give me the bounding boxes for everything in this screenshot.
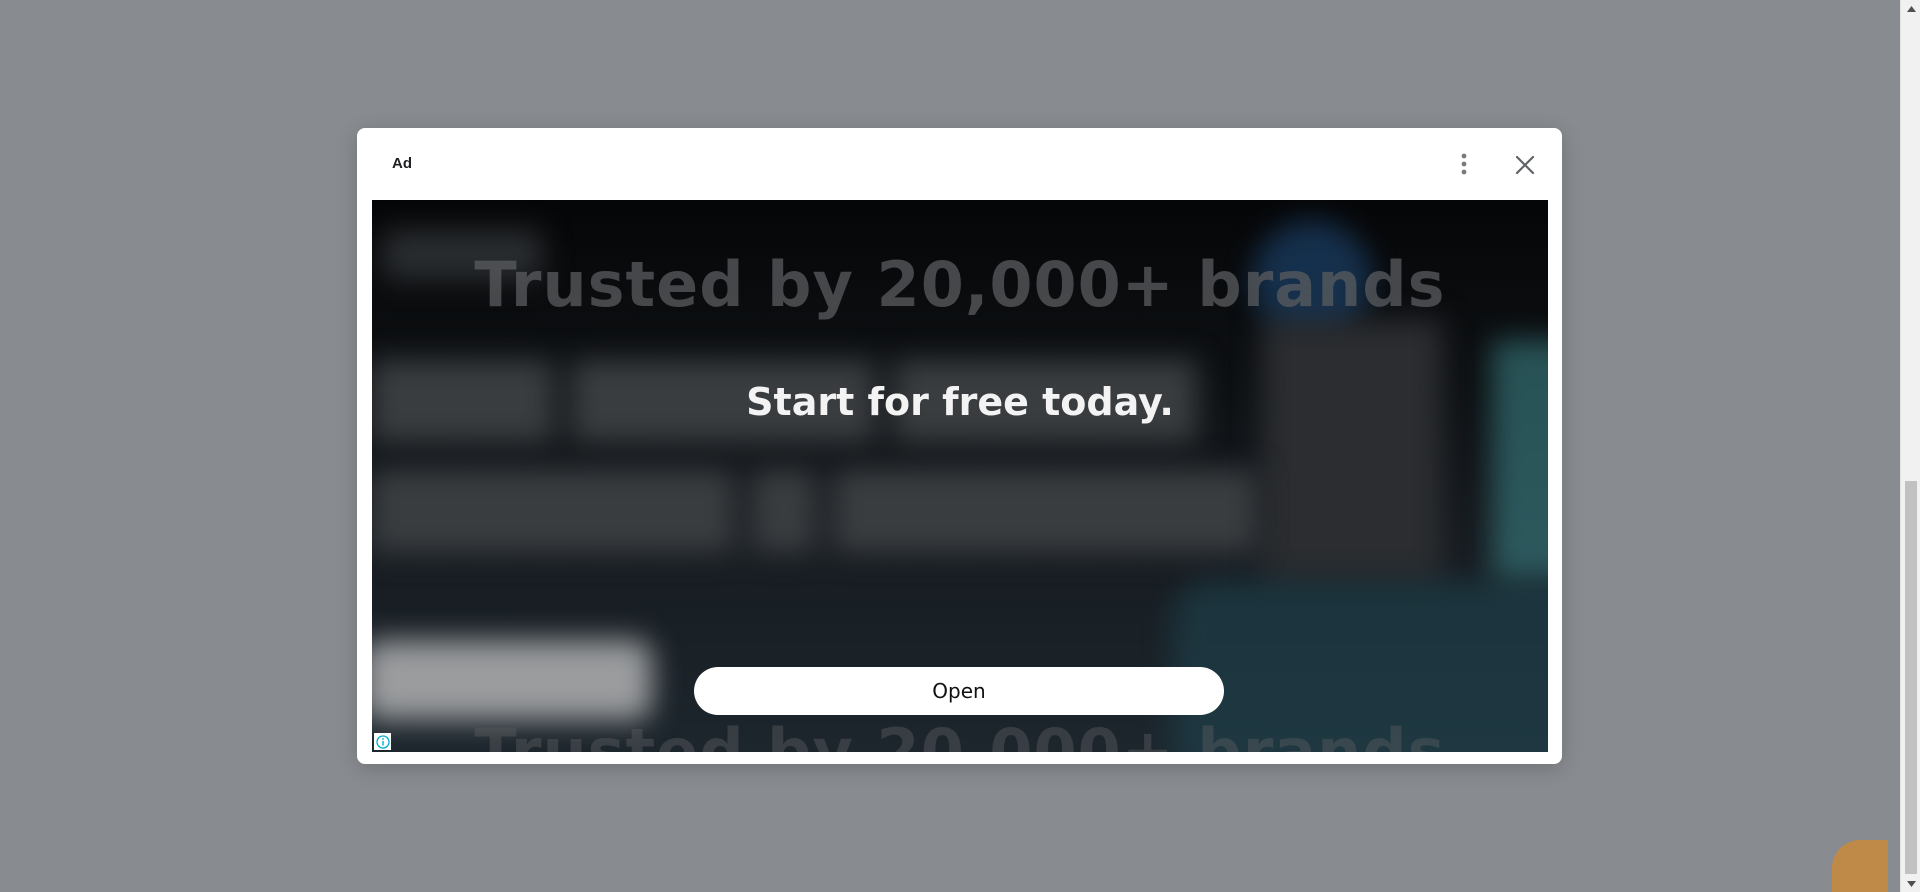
creative-background-shape (1492, 340, 1548, 580)
more-options-button[interactable] (1450, 148, 1478, 180)
scrollbar-thumb[interactable] (1905, 481, 1917, 874)
ad-label: Ad (392, 155, 412, 172)
creative-background-blur-text: ▇▇▇▇▇▇ ▇ ▇▇▇▇▇▇▇ (372, 461, 1256, 549)
creative-tagline: Start for free today. (746, 380, 1174, 424)
creative-headline: Trusted by 20,000+ brands (474, 248, 1446, 321)
page-scrollbar[interactable] (1900, 0, 1920, 892)
close-ad-button[interactable] (1512, 152, 1538, 178)
scroll-up-arrow-icon[interactable] (1901, 0, 1920, 17)
creative-background-shape (1262, 320, 1442, 580)
ad-choices-info-icon[interactable] (374, 733, 391, 750)
floating-widget[interactable] (1832, 840, 1888, 892)
ad-dialog: Ad ▇▇▇ ▇▇▇▇▇ ▇▇▇▇▇ ▇▇▇▇▇▇ ▇ ▇▇▇▇▇▇▇ Trus… (357, 128, 1562, 764)
creative-background-shape (372, 640, 652, 720)
open-ad-button[interactable]: Open (694, 667, 1224, 715)
scroll-down-arrow-icon[interactable] (1901, 875, 1920, 892)
creative-headline-repeat: Trusted by 20,000+ brands (474, 715, 1446, 752)
ad-creative[interactable]: ▇▇▇ ▇▇▇▇▇ ▇▇▇▇▇ ▇▇▇▇▇▇ ▇ ▇▇▇▇▇▇▇ Trusted… (372, 200, 1548, 752)
more-vert-icon (1461, 153, 1467, 175)
ad-dialog-header: Ad (357, 128, 1562, 200)
close-icon (1515, 155, 1535, 175)
